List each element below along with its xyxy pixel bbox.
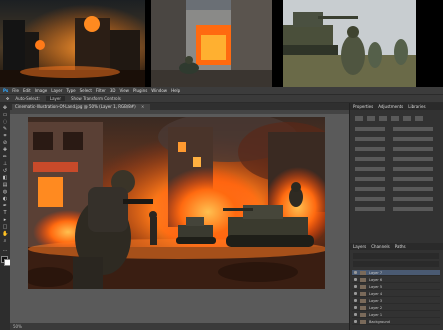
photoshop-logo-icon: Ps [3,88,9,93]
blur-tool-icon[interactable]: ◍ [2,190,8,195]
move-tool-icon[interactable]: ✥ [6,96,9,101]
tab-libraries[interactable]: Libraries [408,104,425,109]
dodge-tool-icon[interactable]: ◐ [2,197,8,202]
layer-row[interactable]: Layer 1 [352,312,440,318]
options-bar: ✥ Auto-Select: Layer Show Transform Cont… [0,94,443,103]
gradient-tool-icon[interactable]: ▤ [2,183,8,188]
layer-name: Layer 1 [369,312,383,317]
right-panel-dock: Properties Adjustments Libraries Layers … [349,103,443,330]
menu-view[interactable]: View [119,87,129,94]
eyedropper-tool-icon[interactable]: ⊘ [2,141,8,146]
photoshop-window: Ps File Edit Image Layer Type Select Fil… [0,87,443,330]
menu-bar: Ps File Edit Image Layer Type Select Fil… [0,87,443,94]
layers-panel-tabs: Layers Channels Paths [350,243,443,250]
layer-name: Layer 6 [369,277,383,282]
layer-name: Background [369,319,390,324]
tab-properties[interactable]: Properties [353,104,373,109]
quick-select-tool-icon[interactable]: ✎ [2,127,8,132]
tab-channels[interactable]: Channels [371,244,390,249]
menu-layer[interactable]: Layer [51,87,62,94]
healing-brush-tool-icon[interactable]: ✚ [2,148,8,153]
eraser-tool-icon[interactable]: ◧ [2,176,8,181]
reference-image-burning-city-night [0,0,145,87]
layer-name: Layer 7 [369,270,383,275]
clone-stamp-tool-icon[interactable]: ⊥ [2,162,8,167]
visibility-eye-icon[interactable] [354,320,357,323]
layer-thumbnail [360,270,366,275]
visibility-eye-icon[interactable] [354,292,357,295]
menu-edit[interactable]: Edit [23,87,31,94]
auto-select-target-dropdown[interactable]: Layer [45,96,66,101]
layer-name: Layer 4 [369,291,383,296]
tab-paths[interactable]: Paths [395,244,406,249]
document-tab-bar: Cinematic-Illustration-Of-Land.jpg @ 50%… [10,103,349,110]
layer-row[interactable]: Layer 4 [352,291,440,297]
more-tools-icon[interactable]: … [2,248,8,253]
layer-row[interactable]: Background [352,319,440,325]
visibility-eye-icon[interactable] [354,306,357,309]
visibility-eye-icon[interactable] [354,271,357,274]
layer-row[interactable]: Layer 7 [352,270,440,276]
layer-row[interactable]: Layer 3 [352,298,440,304]
properties-panel-tabs: Properties Adjustments Libraries [350,103,443,110]
marquee-tool-icon[interactable]: ▭ [2,113,8,118]
layer-thumbnail [360,277,366,282]
layer-row[interactable]: Layer 6 [352,277,440,283]
layer-filter-bar[interactable] [353,253,439,259]
document-tab-title: Cinematic-Illustration-Of-Land.jpg @ 50%… [15,104,136,109]
layer-thumbnail [360,291,366,296]
brush-tool-icon[interactable]: ✏ [2,155,8,160]
crop-tool-icon[interactable]: ⌗ [2,134,8,139]
menu-filter[interactable]: Filter [96,87,106,94]
layer-thumbnail [360,312,366,317]
layer-row[interactable]: Layer 2 [352,305,440,311]
tools-panel: ✥ ▭ ◌ ✎ ⌗ ⊘ ✚ ✏ ⊥ ↺ ◧ ▤ ◍ ◐ ✒ T ▸ □ ✋ ⌕ … [0,103,11,330]
visibility-eye-icon[interactable] [354,299,357,302]
zoom-tool-icon[interactable]: ⌕ [2,239,8,244]
layer-blend-mode-bar[interactable] [353,261,439,267]
menu-window[interactable]: Window [151,87,167,94]
move-tool-icon[interactable]: ✥ [2,106,8,111]
rectangle-tool-icon[interactable]: □ [2,225,8,230]
show-transform-controls-checkbox[interactable]: Show Transform Controls [71,96,121,101]
lasso-tool-icon[interactable]: ◌ [2,120,8,125]
menu-3d[interactable]: 3D [110,87,116,94]
reference-image-tank-soldiers [283,0,416,87]
hand-tool-icon[interactable]: ✋ [2,232,8,237]
path-selection-tool-icon[interactable]: ▸ [2,218,8,223]
layer-thumbnail [360,284,366,289]
pen-tool-icon[interactable]: ✒ [2,204,8,209]
menu-file[interactable]: File [12,87,19,94]
layer-thumbnail [360,305,366,310]
close-tab-icon[interactable]: × [141,104,144,109]
status-bar: 50% [10,323,349,330]
menu-plugins[interactable]: Plugins [133,87,147,94]
visibility-eye-icon[interactable] [354,313,357,316]
document-tab[interactable]: Cinematic-Illustration-Of-Land.jpg @ 50%… [12,104,151,110]
zoom-level[interactable]: 50% [13,324,22,329]
tab-adjustments[interactable]: Adjustments [378,104,403,109]
type-tool-icon[interactable]: T [2,211,8,216]
canvas-artwork-war-scene[interactable] [28,117,325,289]
layer-name: Layer 2 [369,305,383,310]
layer-name: Layer 3 [369,298,383,303]
visibility-eye-icon[interactable] [354,278,357,281]
visibility-eye-icon[interactable] [354,285,357,288]
reference-image-street-fire [151,0,272,87]
ruler-horizontal [10,110,349,114]
menu-help[interactable]: Help [171,87,180,94]
reference-image-strip [0,0,443,87]
menu-select[interactable]: Select [80,87,92,94]
tab-layers[interactable]: Layers [353,244,366,249]
menu-image[interactable]: Image [35,87,48,94]
layer-row[interactable]: Layer 5 [352,284,440,290]
history-brush-tool-icon[interactable]: ↺ [2,169,8,174]
layer-name: Layer 5 [369,284,383,289]
layer-thumbnail [360,319,366,324]
layer-thumbnail [360,298,366,303]
auto-select-checkbox[interactable]: Auto-Select: [15,96,40,101]
properties-panel-body [353,113,439,233]
menu-type[interactable]: Type [66,87,75,94]
